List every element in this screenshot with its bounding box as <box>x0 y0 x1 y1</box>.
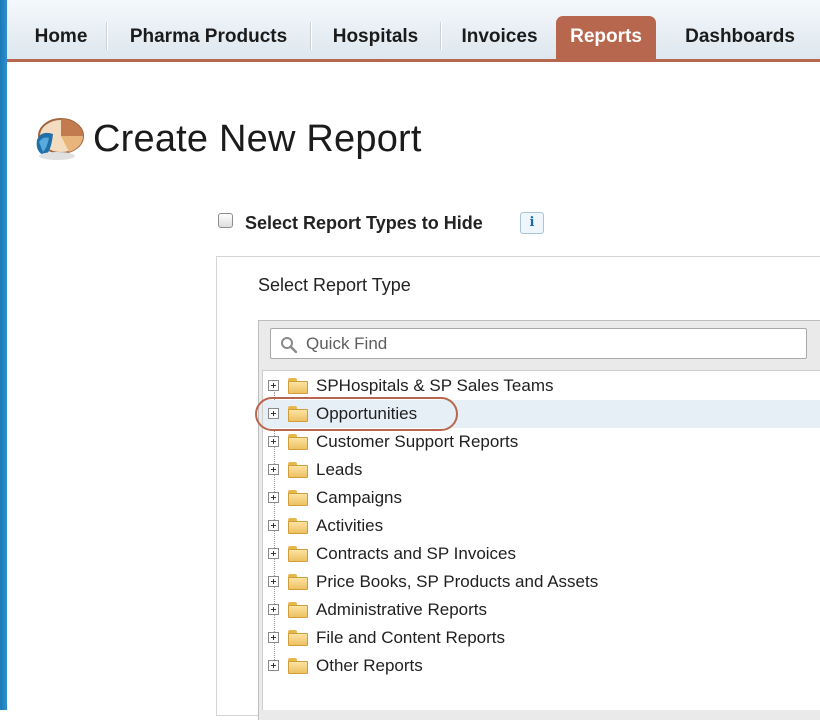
folder-label: File and Content Reports <box>316 628 505 647</box>
folder-label: Opportunities <box>316 404 418 423</box>
expand-plus-icon[interactable] <box>268 604 279 615</box>
folder-icon <box>288 658 308 674</box>
hide-report-types-checkbox[interactable] <box>218 213 233 228</box>
page-title: Create New Report <box>93 118 422 160</box>
expand-plus-icon[interactable] <box>268 576 279 587</box>
tree-folder-row[interactable]: File and Content Reports <box>263 624 820 652</box>
folder-icon <box>288 462 308 478</box>
folder-label: Contracts and SP Invoices <box>316 544 517 563</box>
tab-separator <box>106 22 108 50</box>
folder-icon <box>288 406 308 422</box>
tree-folder-row[interactable]: Activities <box>263 512 820 540</box>
tree-folder-row[interactable]: Campaigns <box>263 484 820 512</box>
folder-icon <box>288 630 308 646</box>
tab-hospitals[interactable]: Hospitals <box>314 16 437 59</box>
tree-folder-row[interactable]: SPHospitals & SP Sales Teams <box>263 372 820 400</box>
expand-plus-icon[interactable] <box>268 408 279 419</box>
folder-label: Administrative Reports <box>316 600 488 619</box>
info-icon[interactable]: i <box>520 212 544 234</box>
folder-icon <box>288 518 308 534</box>
folder-icon <box>288 490 308 506</box>
tree-folder-row-opportunities[interactable]: Opportunities <box>263 400 820 428</box>
expand-plus-icon[interactable] <box>268 436 279 447</box>
tree-folder-row[interactable]: Leads <box>263 456 820 484</box>
folder-icon <box>288 574 308 590</box>
expand-plus-icon[interactable] <box>268 660 279 671</box>
folder-icon <box>288 602 308 618</box>
folder-icon <box>288 546 308 562</box>
tab-reports[interactable]: Reports <box>556 16 656 59</box>
tab-separator <box>310 22 312 50</box>
reports-pie-icon <box>36 118 84 160</box>
tree-folder-row[interactable]: Price Books, SP Products and Assets <box>263 568 820 596</box>
tree-folder-row[interactable]: Other Reports <box>263 652 820 680</box>
tree-folder-row[interactable]: Customer Support Reports <box>263 428 820 456</box>
expand-plus-icon[interactable] <box>268 520 279 531</box>
folder-label: SPHospitals & SP Sales Teams <box>316 376 554 395</box>
tab-separator <box>440 22 442 50</box>
folder-label: Campaigns <box>316 488 402 507</box>
tab-home[interactable]: Home <box>19 16 103 59</box>
folder-label: Customer Support Reports <box>316 432 519 451</box>
quick-find-input[interactable] <box>306 333 786 355</box>
expand-plus-icon[interactable] <box>268 632 279 643</box>
tab-pharma-products[interactable]: Pharma Products <box>110 16 307 59</box>
tab-dashboards[interactable]: Dashboards <box>662 16 818 59</box>
folder-label: Leads <box>316 460 363 479</box>
folder-label: Other Reports <box>316 656 423 675</box>
folder-label: Activities <box>316 516 384 535</box>
search-icon <box>281 337 297 353</box>
folder-icon <box>288 434 308 450</box>
quick-find-field[interactable] <box>270 328 807 359</box>
expand-plus-icon[interactable] <box>268 464 279 475</box>
expand-plus-icon[interactable] <box>268 492 279 503</box>
report-type-heading: Select Report Type <box>258 275 411 295</box>
left-edge-strip <box>0 0 7 710</box>
tree-folder-row[interactable]: Administrative Reports <box>263 596 820 624</box>
hide-report-types-label[interactable]: Select Report Types to Hide <box>245 213 483 234</box>
tree-folder-row[interactable]: Contracts and SP Invoices <box>263 540 820 568</box>
expand-plus-icon[interactable] <box>268 548 279 559</box>
folder-icon <box>288 378 308 394</box>
expand-plus-icon[interactable] <box>268 380 279 391</box>
tab-invoices[interactable]: Invoices <box>444 16 555 59</box>
main-tab-bar: Home Pharma Products Hospitals Invoices … <box>7 0 820 62</box>
folder-label: Price Books, SP Products and Assets <box>316 572 599 591</box>
